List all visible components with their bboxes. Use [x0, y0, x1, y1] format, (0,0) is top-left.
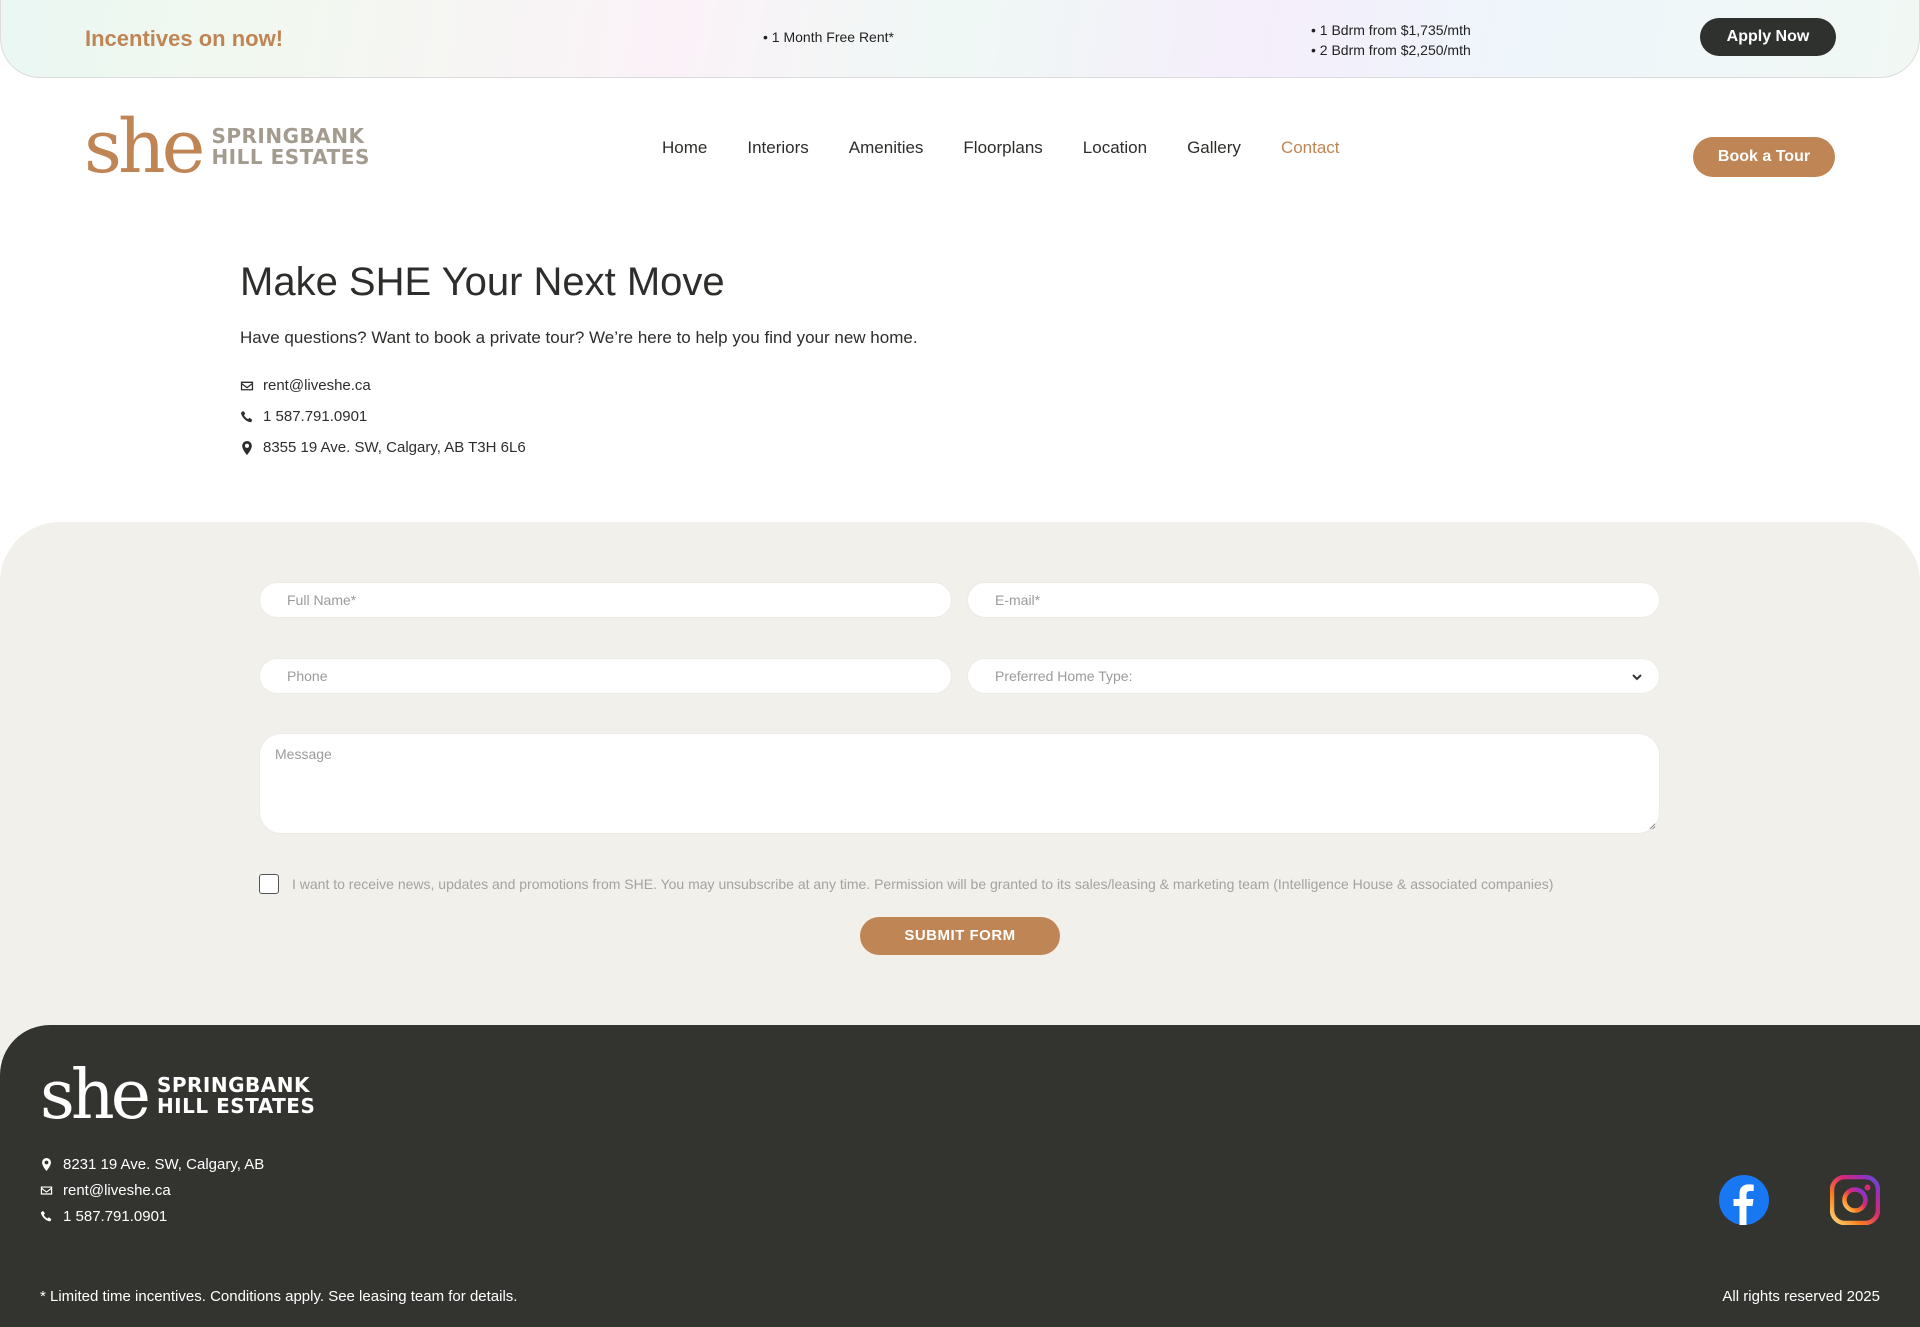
logo-wordmark: SPRINGBANK HILL ESTATES	[211, 126, 369, 168]
footer-logo[interactable]: she SPRINGBANK HILL ESTATES	[40, 1062, 315, 1130]
footer-address-text: 8231 19 Ave. SW, Calgary, AB	[63, 1155, 265, 1173]
map-pin-icon	[42, 1157, 51, 1171]
consent-label: I want to receive news, updates and prom…	[292, 876, 1554, 892]
instagram-icon[interactable]	[1830, 1175, 1880, 1225]
contact-address-text: 8355 19 Ave. SW, Calgary, AB T3H 6L6	[263, 439, 526, 456]
nav-interiors[interactable]: Interiors	[747, 138, 808, 158]
full-name-input[interactable]: Full Name*	[259, 582, 952, 618]
book-tour-button[interactable]: Book a Tour	[1693, 137, 1835, 177]
promo-price-1bdrm: • 1 Bdrm from $1,735/mth	[1311, 22, 1471, 38]
map-pin-icon	[242, 440, 252, 455]
nav-floorplans[interactable]: Floorplans	[963, 138, 1042, 158]
consent-checkbox[interactable]	[259, 874, 279, 894]
footer-email[interactable]: rent@liveshe.ca	[40, 1177, 264, 1203]
footer-address: 8231 19 Ave. SW, Calgary, AB	[40, 1151, 264, 1177]
phone-icon	[40, 1210, 52, 1221]
resize-grip-icon[interactable]	[1647, 821, 1656, 830]
nav-gallery[interactable]: Gallery	[1187, 138, 1241, 158]
home-type-placeholder: Preferred Home Type:	[995, 668, 1133, 684]
nav-home[interactable]: Home	[662, 138, 707, 158]
footer-rights: All rights reserved 2025	[1722, 1288, 1880, 1305]
contact-address: 8355 19 Ave. SW, Calgary, AB T3H 6L6	[240, 432, 526, 463]
message-placeholder: Message	[275, 746, 332, 762]
footer-phone-text: 1 587.791.0901	[63, 1207, 168, 1225]
apply-now-button[interactable]: Apply Now	[1700, 18, 1836, 56]
contact-phone-text: 1 587.791.0901	[263, 408, 368, 425]
contact-email-text: rent@liveshe.ca	[263, 377, 371, 394]
nav-location[interactable]: Location	[1083, 138, 1147, 158]
phone-input[interactable]: Phone	[259, 658, 952, 694]
contact-phone[interactable]: 1 587.791.0901	[240, 401, 526, 432]
footer-logo-line-2: HILL ESTATES	[156, 1094, 316, 1118]
footer-email-text: rent@liveshe.ca	[63, 1181, 171, 1199]
envelope-icon	[240, 381, 254, 390]
promo-banner: Incentives on now! • 1 Month Free Rent* …	[0, 0, 1920, 78]
submit-form-button[interactable]: SUBMIT FORM	[860, 917, 1060, 955]
page-title: Make SHE Your Next Move	[240, 260, 725, 304]
footer-contact: 8231 19 Ave. SW, Calgary, AB rent@livesh…	[40, 1151, 264, 1229]
chevron-down-icon	[1632, 674, 1642, 681]
phone-icon	[240, 410, 253, 422]
site-logo[interactable]: she SPRINGBANK HILL ESTATES	[84, 104, 370, 190]
page-subtitle: Have questions? Want to book a private t…	[240, 328, 918, 347]
promo-price-2bdrm: • 2 Bdrm from $2,250/mth	[1311, 42, 1471, 58]
email-input[interactable]: E-mail*	[967, 582, 1660, 618]
footer-logo-mark: she	[40, 1056, 151, 1135]
logo-mark: she	[84, 104, 205, 190]
nav-amenities[interactable]: Amenities	[849, 138, 924, 158]
footer-phone[interactable]: 1 587.791.0901	[40, 1203, 264, 1229]
envelope-icon	[40, 1185, 53, 1195]
promo-prices: • 1 Bdrm from $1,735/mth • 2 Bdrm from $…	[1311, 20, 1471, 60]
footer-disclaimer: * Limited time incentives. Conditions ap…	[40, 1288, 518, 1305]
contact-info: rent@liveshe.ca 1 587.791.0901 8355 19 A…	[240, 370, 526, 463]
promo-headline: Incentives on now!	[85, 26, 284, 51]
message-textarea[interactable]: Message	[259, 733, 1660, 834]
main-nav: Home Interiors Amenities Floorplans Loca…	[662, 138, 1380, 158]
home-type-select[interactable]: Preferred Home Type:	[967, 658, 1660, 694]
footer-logo-wordmark: SPRINGBANK HILL ESTATES	[157, 1075, 315, 1117]
nav-contact[interactable]: Contact	[1281, 138, 1340, 158]
contact-email[interactable]: rent@liveshe.ca	[240, 370, 526, 401]
facebook-icon[interactable]	[1719, 1175, 1769, 1225]
promo-offer: • 1 Month Free Rent*	[763, 29, 894, 45]
logo-line-2: HILL ESTATES	[211, 145, 370, 169]
